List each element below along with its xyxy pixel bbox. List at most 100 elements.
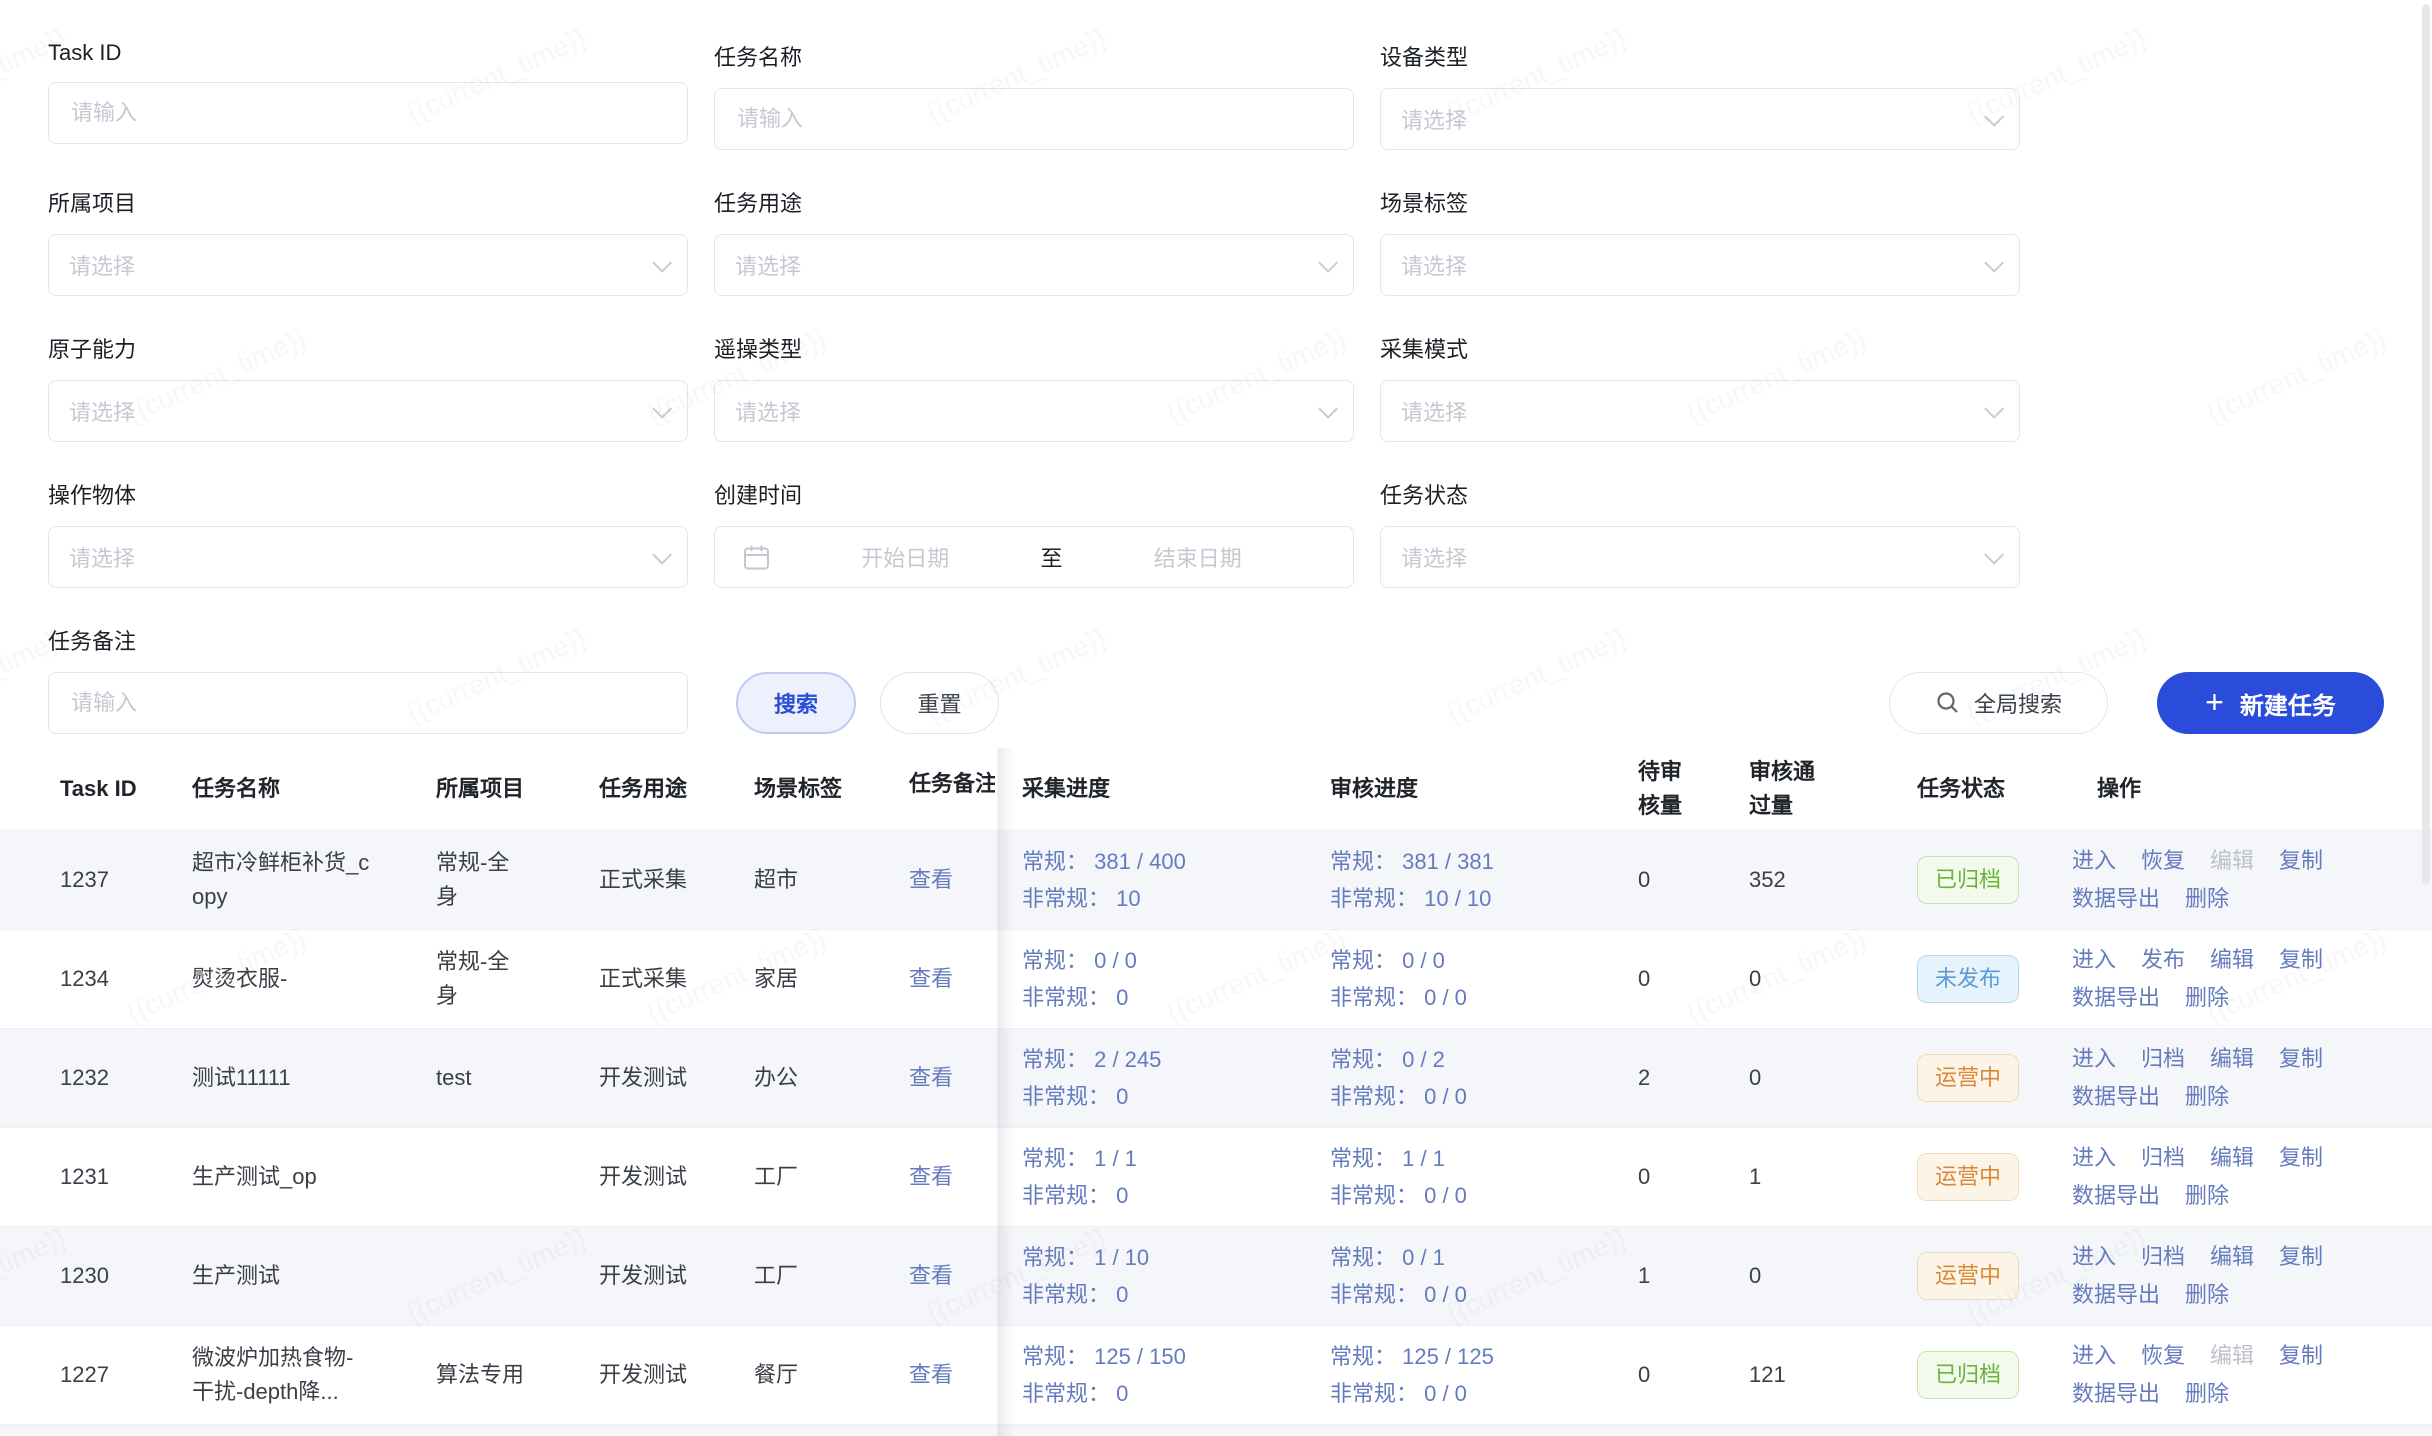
action-link[interactable]: 进入 [2072,842,2116,880]
chevron-down-icon [1984,545,2004,565]
action-link[interactable]: 复制 [2279,1139,2323,1177]
task-name-cell: 超市冷鲜柜补货_copy [192,846,436,914]
action-link[interactable]: 进入 [2072,1040,2116,1078]
view-remark-link[interactable]: 查看 [909,966,953,991]
atomic-ability-select[interactable]: 请选择 [48,380,688,442]
field-label: 原子能力 [48,332,688,364]
field-label: 遥操类型 [714,332,1354,364]
scene-tag-select[interactable]: 请选择 [1380,234,2020,296]
create-time-range-picker[interactable]: 开始日期 至 结束日期 [714,526,1354,588]
col-header-scene: 场景标签 [754,772,909,806]
approved-count-cell: 0 [1724,1061,1892,1095]
filter-panel: Task ID 任务名称 设备类型 请选择 所属项目 [0,0,2432,734]
table-row: 1234 熨烫衣服- 常规-全身 正式采集 家居 查看 常规： 0 / 0非常规… [0,929,2432,1028]
action-link[interactable]: 进入 [2072,1337,2116,1375]
chevron-down-icon [652,253,672,273]
task-status-select[interactable]: 请选择 [1380,526,2020,588]
col-header-project: 所属项目 [436,772,599,806]
action-link[interactable]: 复制 [2279,1040,2323,1078]
pending-count-cell: 0 [1613,1358,1724,1392]
action-link[interactable]: 数据导出 [2072,1276,2160,1314]
view-remark-link[interactable]: 查看 [909,867,953,892]
status-badge: 已归档 [1917,1351,2019,1399]
pending-count-cell: 0 [1613,1160,1724,1194]
search-icon [1935,690,1961,716]
pending-count-cell: 1 [1613,1259,1724,1293]
task-remark-input-box[interactable] [69,689,667,717]
action-link[interactable]: 恢复 [2141,1337,2185,1375]
action-link[interactable]: 复制 [2279,1238,2323,1276]
page-scrollbar[interactable] [2422,4,2430,884]
view-remark-link[interactable]: 查看 [909,1362,953,1387]
table-row: 1231 生产测试_op 开发测试 工厂 查看 常规： 1 / 1非常规： 0 … [0,1127,2432,1226]
action-link[interactable]: 进入 [2072,1139,2116,1177]
task-name-input[interactable] [714,88,1354,150]
action-link[interactable]: 删除 [2185,1375,2229,1413]
review-progress-cell: 常规： 0 / 0非常规： 0 / 0 [1305,942,1613,1016]
purpose-select[interactable]: 请选择 [714,234,1354,296]
view-remark-link[interactable]: 查看 [909,1065,953,1090]
action-link[interactable]: 删除 [2185,979,2229,1017]
task-management-page: {{current_time}}{{current_time}}{{curren… [0,0,2432,1436]
col-header-pending-count: 待审核量 [1613,755,1724,823]
action-link[interactable]: 数据导出 [2072,979,2160,1017]
approved-count-cell: 121 [1724,1358,1892,1392]
action-link[interactable]: 编辑 [2210,1040,2254,1078]
action-link[interactable]: 删除 [2185,880,2229,918]
device-type-select[interactable]: 请选择 [1380,88,2020,150]
action-link[interactable]: 数据导出 [2072,1177,2160,1215]
global-search-button[interactable]: 全局搜索 [1889,672,2108,734]
action-link[interactable]: 复制 [2279,842,2323,880]
task-table: Task ID 任务名称 所属项目 任务用途 场景标签 任务备注 采集进度 审核… [0,748,2432,1436]
action-link[interactable]: 复制 [2279,941,2323,979]
reset-button[interactable]: 重置 [880,672,999,734]
filter-row-2: 所属项目 请选择 任务用途 请选择 场景标签 请选择 [48,186,2384,296]
action-link[interactable]: 删除 [2185,1078,2229,1116]
action-link[interactable]: 恢复 [2141,842,2185,880]
task-remark-input[interactable] [48,672,688,734]
action-link[interactable]: 归档 [2141,1238,2185,1276]
action-link[interactable]: 发布 [2141,941,2185,979]
action-link[interactable]: 进入 [2072,1238,2116,1276]
select-placeholder: 请选择 [1401,541,1467,573]
project-select[interactable]: 请选择 [48,234,688,296]
action-link[interactable]: 删除 [2185,1177,2229,1215]
action-link[interactable]: 数据导出 [2072,1078,2160,1116]
task-name-cell: 生产测试 [192,1259,436,1293]
review-progress-cell: 常规： 381 / 381非常规： 10 / 10 [1305,843,1613,917]
action-link[interactable]: 归档 [2141,1040,2185,1078]
field-label: 创建时间 [714,478,1354,510]
col-header-review-progress: 审核进度 [1305,772,1613,806]
action-link[interactable]: 编辑 [2210,941,2254,979]
action-link[interactable]: 归档 [2141,1139,2185,1177]
collect-progress-cell: 常规： 2 / 245非常规： 0 [997,1041,1305,1115]
create-task-button[interactable]: + 新建任务 [2157,672,2384,734]
start-date-placeholder[interactable]: 开始日期 [770,541,1041,573]
action-link[interactable]: 编辑 [2210,1139,2254,1177]
col-header-collect-progress: 采集进度 [997,772,1305,806]
task-name-input-box[interactable] [735,105,1333,133]
search-button[interactable]: 搜索 [736,672,856,734]
action-link[interactable]: 编辑 [2210,1238,2254,1276]
action-link[interactable]: 删除 [2185,1276,2229,1314]
chevron-down-icon [652,545,672,565]
end-date-placeholder[interactable]: 结束日期 [1063,541,1334,573]
view-remark-link[interactable]: 查看 [909,1164,953,1189]
task-id-input-box[interactable] [69,99,667,127]
action-link[interactable]: 数据导出 [2072,880,2160,918]
pending-count-cell: 0 [1613,962,1724,996]
col-header-actions: 操作 [2072,772,2432,806]
task-id-input[interactable] [48,82,688,144]
action-link[interactable]: 进入 [2072,941,2116,979]
table-row: 1232 测试11111 test 开发测试 办公 查看 常规： 2 / 245… [0,1028,2432,1127]
collect-mode-select[interactable]: 请选择 [1380,380,2020,442]
task-id-cell: 1227 [60,1358,192,1392]
operate-object-select[interactable]: 请选择 [48,526,688,588]
view-remark-link[interactable]: 查看 [909,1263,953,1288]
action-link[interactable]: 数据导出 [2072,1375,2160,1413]
approved-count-cell: 0 [1724,1259,1892,1293]
table-row: 1237 超市冷鲜柜补货_copy 常规-全身 正式采集 超市 查看 常规： 3… [0,830,2432,929]
project-cell: 常规-全身 [436,945,599,1013]
teleop-type-select[interactable]: 请选择 [714,380,1354,442]
action-link[interactable]: 复制 [2279,1337,2323,1375]
